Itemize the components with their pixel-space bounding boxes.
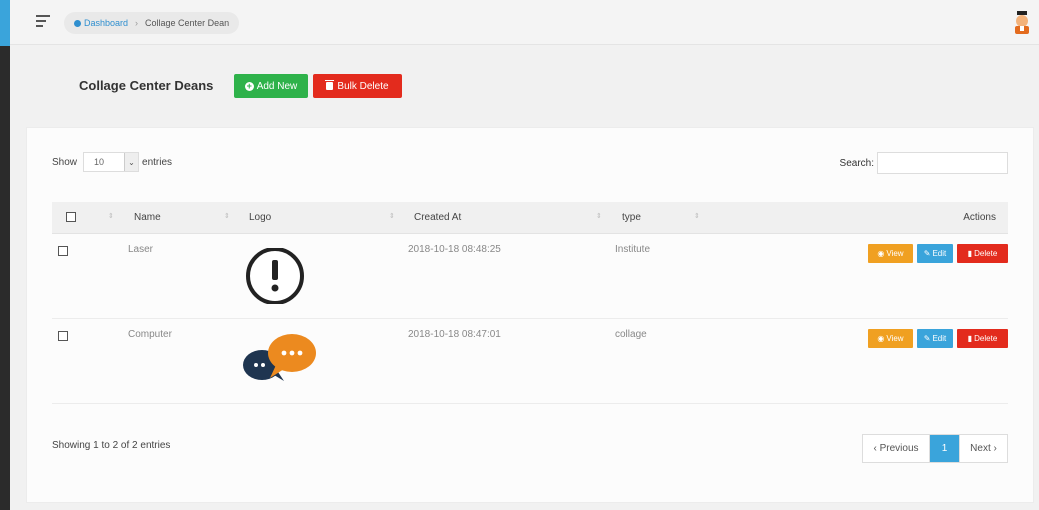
breadcrumb-home-label[interactable]: Dashboard [84, 18, 128, 28]
column-name[interactable]: Name [134, 212, 161, 223]
sort-icon[interactable]: ⇕ [224, 212, 230, 220]
breadcrumb-home[interactable]: Dashboard [74, 18, 128, 28]
search-control: Search: [840, 152, 1008, 174]
table-info: Showing 1 to 2 of 2 entries [52, 440, 171, 451]
edit-icon: ✎ [923, 334, 931, 343]
table-row: Computer 2018-10-18 08:47:01 collage ◉ Vi… [52, 319, 1008, 404]
column-logo[interactable]: Logo [249, 212, 271, 223]
page-size-value: 10 [94, 157, 105, 167]
trash-icon: ▮ [967, 249, 973, 258]
row-name: Computer [128, 329, 172, 340]
breadcrumb-current: Collage Center Dean [145, 18, 230, 28]
row-created-at: 2018-10-18 08:47:01 [408, 329, 501, 340]
edit-label: Edit [932, 334, 947, 343]
breadcrumb: Dashboard › Collage Center Dean [64, 12, 240, 34]
view-label: View [886, 249, 904, 258]
delete-button[interactable]: ▮ Delete [957, 329, 1008, 348]
pagination: ‹ Previous 1 Next › [862, 434, 1008, 463]
show-label: Show [52, 156, 78, 168]
data-table: ⇕ Name ⇕ Logo ⇕ Created At ⇕ type ⇕ Acti… [52, 202, 1008, 404]
top-bar: Dashboard › Collage Center Dean [10, 0, 1039, 45]
user-avatar-icon[interactable] [1011, 10, 1033, 34]
delete-label: Delete [974, 249, 998, 258]
page-1-button[interactable]: 1 [930, 435, 959, 462]
row-checkbox[interactable] [58, 246, 68, 256]
sort-icon[interactable]: ⇕ [596, 212, 602, 220]
table-header: ⇕ Name ⇕ Logo ⇕ Created At ⇕ type ⇕ Acti… [52, 202, 1008, 234]
table-row: Laser 2018-10-18 08:48:25 Institute ◉ Vie… [52, 234, 1008, 319]
page-size-control: Show 10 ⌄ entries [52, 152, 172, 172]
delete-label: Delete [974, 334, 998, 343]
eye-icon: ◉ [877, 249, 885, 258]
search-label: Search: [839, 157, 874, 169]
column-actions: Actions [963, 212, 996, 223]
view-button[interactable]: ◉ View [868, 329, 913, 348]
row-type: collage [615, 329, 647, 340]
previous-page-button[interactable]: ‹ Previous [863, 435, 930, 462]
page-size-select[interactable]: 10 ⌄ [83, 152, 140, 172]
search-input[interactable] [877, 152, 1008, 174]
menu-toggle-icon[interactable] [36, 15, 52, 29]
entries-label: entries [142, 156, 173, 168]
exclamation-circle-icon [244, 247, 308, 307]
view-button[interactable]: ◉ View [868, 244, 913, 263]
select-all-checkbox[interactable] [66, 212, 76, 222]
plus-circle-icon: + [244, 80, 254, 91]
view-label: View [886, 334, 904, 343]
column-created-at[interactable]: Created At [414, 212, 461, 223]
breadcrumb-separator: › [135, 18, 139, 28]
column-type[interactable]: type [622, 212, 641, 223]
bulk-delete-label: Bulk Delete [337, 80, 389, 92]
next-page-button[interactable]: Next › [959, 435, 1007, 462]
delete-button[interactable]: ▮ Delete [957, 244, 1008, 263]
chat-bubbles-icon [240, 333, 318, 386]
home-icon [74, 19, 81, 27]
row-name: Laser [128, 244, 154, 255]
edit-icon: ✎ [923, 249, 931, 258]
left-accent [0, 0, 10, 46]
row-actions: ◉ View ✎ Edit ▮ Delete [868, 244, 1008, 263]
row-created-at: 2018-10-18 08:48:25 [408, 244, 501, 255]
bulk-delete-button[interactable]: Bulk Delete [313, 74, 402, 98]
trash-icon [325, 80, 335, 90]
table-card: Show 10 ⌄ entries Search: ⇕ Name ⇕ Logo ⇕… [26, 127, 1034, 503]
edit-button[interactable]: ✎ Edit [917, 329, 953, 348]
add-new-button[interactable]: + Add New [234, 74, 308, 98]
left-edge-bar [0, 0, 10, 510]
page-title: Collage Center Deans [79, 78, 214, 93]
edit-button[interactable]: ✎ Edit [917, 244, 953, 263]
add-new-label: Add New [256, 80, 298, 92]
row-actions: ◉ View ✎ Edit ▮ Delete [868, 329, 1008, 348]
page-header: Collage Center Deans + Add New Bulk Delet… [10, 46, 1039, 126]
sort-icon[interactable]: ⇕ [108, 212, 114, 220]
trash-icon: ▮ [967, 334, 973, 343]
sort-icon[interactable]: ⇕ [694, 212, 700, 220]
row-type: Institute [615, 244, 651, 255]
edit-label: Edit [932, 249, 947, 258]
eye-icon: ◉ [877, 334, 885, 343]
chevron-down-icon: ⌄ [124, 153, 139, 171]
sort-icon[interactable]: ⇕ [389, 212, 395, 220]
row-checkbox[interactable] [58, 331, 68, 341]
